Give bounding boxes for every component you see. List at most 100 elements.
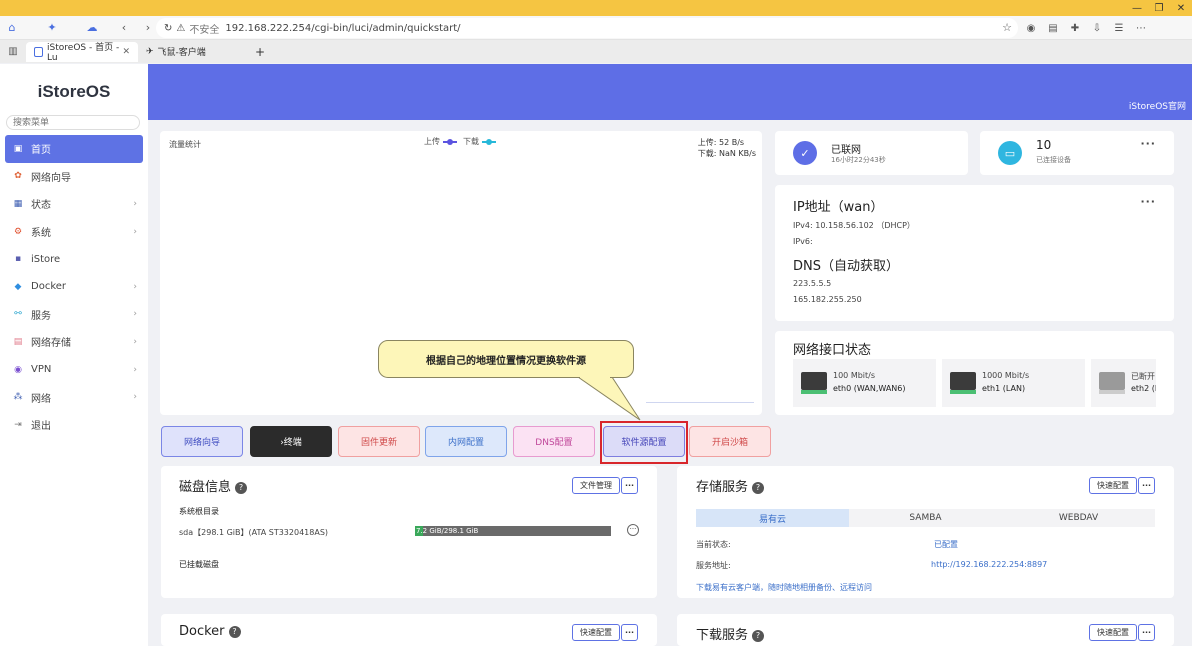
- legend-down-label: 下载: [463, 137, 479, 146]
- port-eth2[interactable]: 已断开 eth2 (I: [1091, 359, 1156, 407]
- disk-options-icon[interactable]: ···: [627, 524, 639, 536]
- extensions-icon[interactable]: ✚: [1064, 18, 1086, 38]
- download-more-button[interactable]: ···: [1138, 624, 1155, 641]
- ports-card: 网络接口状态 100 Mbit/s eth0 (WAN,WAN6) 1000 M…: [775, 331, 1174, 415]
- sidebar-item-system[interactable]: ⚙ 系统 ›: [5, 218, 143, 246]
- url-text[interactable]: 192.168.222.254/cgi-bin/luci/admin/quick…: [225, 23, 460, 34]
- bookmark-star-icon[interactable]: ☆: [1002, 21, 1012, 34]
- tab-istoreos[interactable]: iStoreOS - 首页 - Lu ✕: [26, 41, 138, 63]
- warning-icon: ⚠: [176, 22, 186, 34]
- help-icon[interactable]: ?: [752, 630, 765, 642]
- quick-firmware-button[interactable]: 固件更新: [338, 426, 420, 457]
- sidebar-item-network[interactable]: ⁂ 网络 ›: [5, 383, 143, 411]
- legend-up-label: 上传: [424, 137, 440, 146]
- tab-yiyouyun[interactable]: 易有云: [696, 509, 849, 527]
- storage-quick-config-button[interactable]: 快速配置: [1089, 477, 1137, 494]
- download-speed: 下载: NaN KB/s: [697, 149, 756, 158]
- help-icon[interactable]: ?: [228, 626, 241, 638]
- help-icon[interactable]: ?: [752, 482, 765, 494]
- more-icon[interactable]: ···: [1140, 195, 1156, 208]
- collections-icon[interactable]: ☰: [1108, 18, 1130, 38]
- close-icon[interactable]: ✕: [1170, 0, 1192, 16]
- sidebar-item-docker[interactable]: ◆ Docker ›: [5, 273, 143, 301]
- quick-sandbox-button[interactable]: 开启沙箱: [689, 426, 771, 457]
- sidebar-item-istore[interactable]: ▪ iStore: [5, 245, 143, 273]
- sidebar-item-status[interactable]: ▦ 状态 ›: [5, 190, 143, 218]
- download-title: 下载服务?: [696, 624, 765, 643]
- docker-more-button[interactable]: ···: [621, 624, 638, 641]
- chevron-right-icon: ›: [133, 392, 137, 403]
- devices-card: ▭ 10 已连接设备 ···: [980, 131, 1174, 175]
- port-eth1[interactable]: 1000 Mbit/s eth1 (LAN): [942, 359, 1085, 407]
- tab-close-icon[interactable]: ✕: [122, 47, 130, 57]
- address-link[interactable]: http://192.168.222.254:8897: [931, 560, 1047, 569]
- sidebar-item-nas[interactable]: ▤ 网络存储 ›: [5, 328, 143, 356]
- tab-feishu[interactable]: ✈ 飞鼠-客户端: [138, 42, 250, 62]
- traffic-baseline: [646, 402, 754, 403]
- traffic-title: 流量统计: [169, 140, 201, 149]
- upload-speed: 上传: 52 B/s: [697, 138, 745, 147]
- tab-webdav[interactable]: WEBDAV: [1002, 509, 1155, 527]
- ethernet-port-icon: [801, 372, 827, 394]
- tab-samba[interactable]: SAMBA: [849, 509, 1002, 527]
- quick-lan-button[interactable]: 内网配置: [425, 426, 507, 457]
- sidebar-item-home[interactable]: ▣ 首页: [5, 135, 143, 163]
- port-eth0[interactable]: 100 Mbit/s eth0 (WAN,WAN6): [793, 359, 936, 407]
- sidebar-item-label: 退出: [31, 421, 51, 433]
- sidebar-item-label: VPN: [31, 364, 52, 376]
- window-titlebar: — ❐ ✕: [0, 0, 1192, 16]
- chevron-right-icon: ›: [133, 281, 137, 292]
- check-icon: ✓: [793, 141, 817, 165]
- docker-icon: ◆: [14, 281, 22, 292]
- quick-wizard-button[interactable]: 网络向导: [161, 426, 243, 457]
- devices-count: 10: [1036, 138, 1052, 152]
- chevron-right-icon: ›: [133, 226, 137, 237]
- download-icon[interactable]: ⇩: [1086, 18, 1108, 38]
- official-site-link[interactable]: iStoreOS官网: [1129, 99, 1186, 112]
- sidebar-item-vpn[interactable]: ◉ VPN ›: [5, 356, 143, 384]
- logout-icon: ⇥: [14, 419, 22, 430]
- help-icon[interactable]: ?: [235, 482, 248, 494]
- address-bar[interactable]: ↻ ⚠ 不安全 192.168.222.254/cgi-bin/luci/adm…: [156, 18, 1018, 38]
- status-icon: ▦: [13, 198, 23, 209]
- sidebar-item-label: 首页: [31, 145, 51, 157]
- disk-usage-bar: 7.2 GiB/298.1 GiB: [415, 526, 611, 536]
- ethernet-port-icon: [950, 372, 976, 394]
- window-controls: — ❐ ✕: [1126, 0, 1192, 16]
- storage-more-button[interactable]: ···: [1138, 477, 1155, 494]
- ai-icon[interactable]: ✦: [40, 18, 64, 38]
- sidebar-toggle-icon[interactable]: ▥: [0, 46, 26, 57]
- dns-title: DNS（自动获取）: [793, 259, 899, 274]
- minimize-icon[interactable]: —: [1126, 0, 1148, 16]
- highlight-box: [600, 421, 688, 464]
- docker-title-text: Docker: [179, 624, 225, 639]
- traffic-speeds: 上传: 52 B/s 下载: NaN KB/s: [698, 137, 756, 159]
- docker-card: Docker? 快速配置 ···: [161, 614, 657, 646]
- docker-quick-config-button[interactable]: 快速配置: [572, 624, 620, 641]
- sidebar-item-label: Docker: [31, 281, 67, 293]
- file-manager-button[interactable]: 文件管理: [572, 477, 620, 494]
- quick-dns-button[interactable]: DNS配置: [513, 426, 595, 457]
- callout-annotation: 根据自己的地理位置情况更换软件源: [378, 340, 634, 378]
- reader-icon[interactable]: ▤: [1042, 18, 1064, 38]
- mounted-label: 已挂载磁盘: [179, 560, 219, 569]
- quick-terminal-button[interactable]: ›终端: [250, 426, 332, 457]
- sidebar-item-wizard[interactable]: ✿ 网络向导: [5, 163, 143, 191]
- more-icon[interactable]: ···: [1140, 137, 1156, 150]
- reload-icon[interactable]: ↻: [164, 23, 172, 34]
- storage-icon: ▤: [13, 336, 23, 347]
- sidebar-item-label: 网络向导: [31, 172, 71, 184]
- cloud-icon[interactable]: ☁: [80, 18, 104, 38]
- home-icon[interactable]: ⌂: [0, 18, 24, 38]
- sidebar-item-services[interactable]: ⚯ 服务 ›: [5, 301, 143, 329]
- new-tab-button[interactable]: +: [250, 42, 270, 62]
- radio-icon[interactable]: ◉: [1020, 18, 1042, 38]
- restore-icon[interactable]: ❐: [1148, 0, 1170, 16]
- disk-more-button[interactable]: ···: [621, 477, 638, 494]
- download-client-link[interactable]: 下载易有云客户端，随时随地相册备份、远程访问: [696, 582, 872, 593]
- menu-search-input[interactable]: [6, 115, 140, 130]
- download-quick-config-button[interactable]: 快速配置: [1089, 624, 1137, 641]
- back-icon[interactable]: ‹: [112, 18, 136, 38]
- sidebar-item-logout[interactable]: ⇥ 退出: [5, 411, 143, 439]
- menu-icon[interactable]: ⋯: [1130, 18, 1152, 38]
